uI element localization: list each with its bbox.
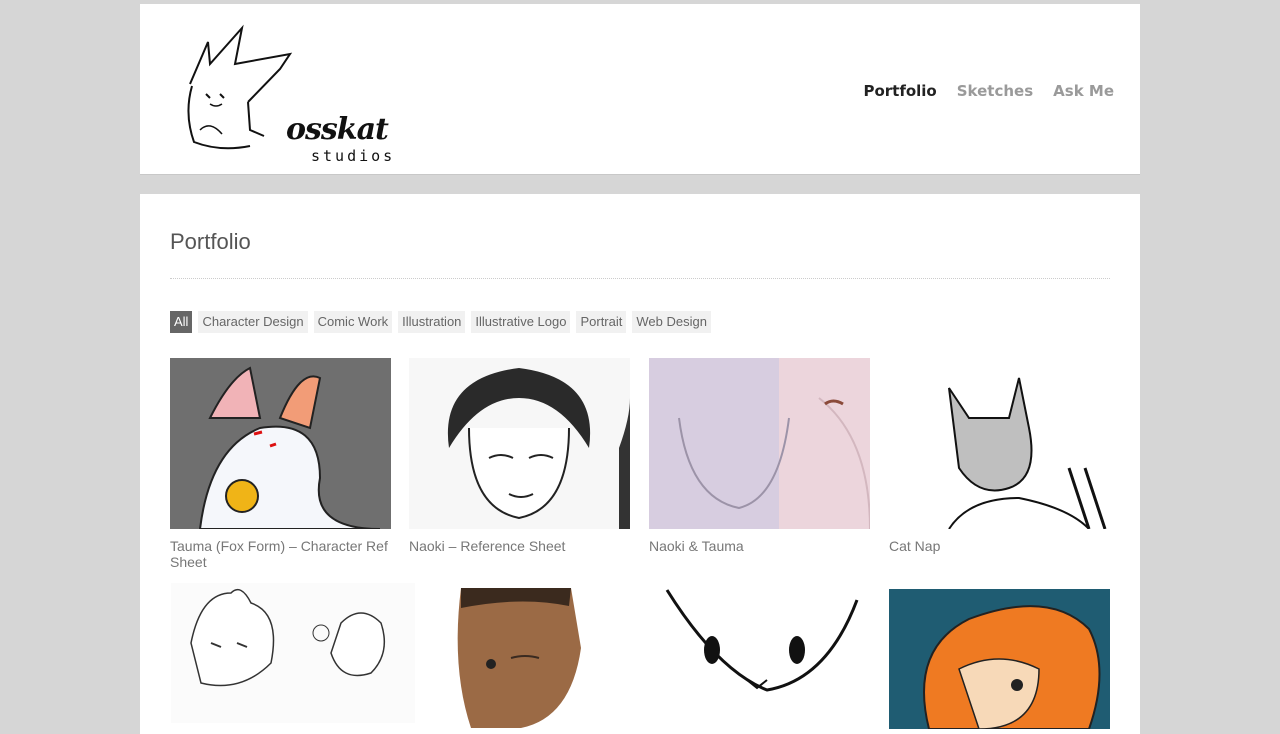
logo-wordmark: osskat: [286, 112, 389, 147]
portrait-image: [421, 588, 603, 728]
filter-bar: All Character Design Comic Work Illustra…: [170, 311, 711, 333]
thumb-naoki-ref[interactable]: [409, 358, 630, 529]
main-nav: Portfolio Sketches Ask Me: [861, 82, 1116, 100]
mosskat-logo[interactable]: osskat studios: [180, 24, 392, 165]
naoki-artwork-image: [409, 358, 630, 529]
caption-naoki-tauma[interactable]: Naoki & Tauma: [649, 538, 744, 554]
filter-portrait[interactable]: Portrait: [576, 311, 627, 333]
cat-artwork-image: [889, 358, 1110, 529]
fox-artwork-image: [170, 358, 391, 529]
naoki-tauma-artwork-image: [649, 358, 870, 529]
thumb-naoki-tauma[interactable]: [649, 358, 870, 529]
thumb-row2-comic-sketch[interactable]: [171, 583, 415, 723]
filter-illustration[interactable]: Illustration: [398, 311, 466, 333]
caption-tauma-fox[interactable]: Tauma (Fox Form) – Character Ref Sheet: [170, 538, 391, 570]
filter-web-design[interactable]: Web Design: [632, 311, 711, 333]
nav-ask-me[interactable]: Ask Me: [1051, 82, 1116, 100]
comic-sketch-image: [171, 583, 415, 723]
filter-all[interactable]: All: [170, 311, 193, 333]
filter-comic-work[interactable]: Comic Work: [313, 311, 393, 333]
orange-hair-character-image: [889, 589, 1110, 729]
thumb-row2-orange-hair[interactable]: [889, 589, 1110, 729]
filter-illustrative-logo[interactable]: Illustrative Logo: [471, 311, 571, 333]
caption-cat-nap[interactable]: Cat Nap: [889, 538, 940, 554]
caption-naoki-ref[interactable]: Naoki – Reference Sheet: [409, 538, 565, 554]
portfolio-section: Portfolio All Character Design Comic Wor…: [140, 194, 1140, 734]
nav-sketches[interactable]: Sketches: [955, 82, 1035, 100]
filter-character-design[interactable]: Character Design: [198, 311, 308, 333]
thumb-tauma-fox[interactable]: [170, 358, 391, 529]
page-title: Portfolio: [170, 229, 251, 254]
thumb-row2-portrait[interactable]: [421, 588, 603, 728]
logo-subtitle: studios: [311, 147, 396, 165]
divider: [170, 278, 1110, 279]
thumb-cat-nap[interactable]: [889, 358, 1110, 529]
site-header: osskat studios Portfolio Sketches Ask Me: [140, 4, 1140, 175]
nav-portfolio[interactable]: Portfolio: [861, 82, 938, 100]
thumb-row2-character-face[interactable]: [657, 580, 884, 720]
character-face-image: [657, 580, 884, 720]
